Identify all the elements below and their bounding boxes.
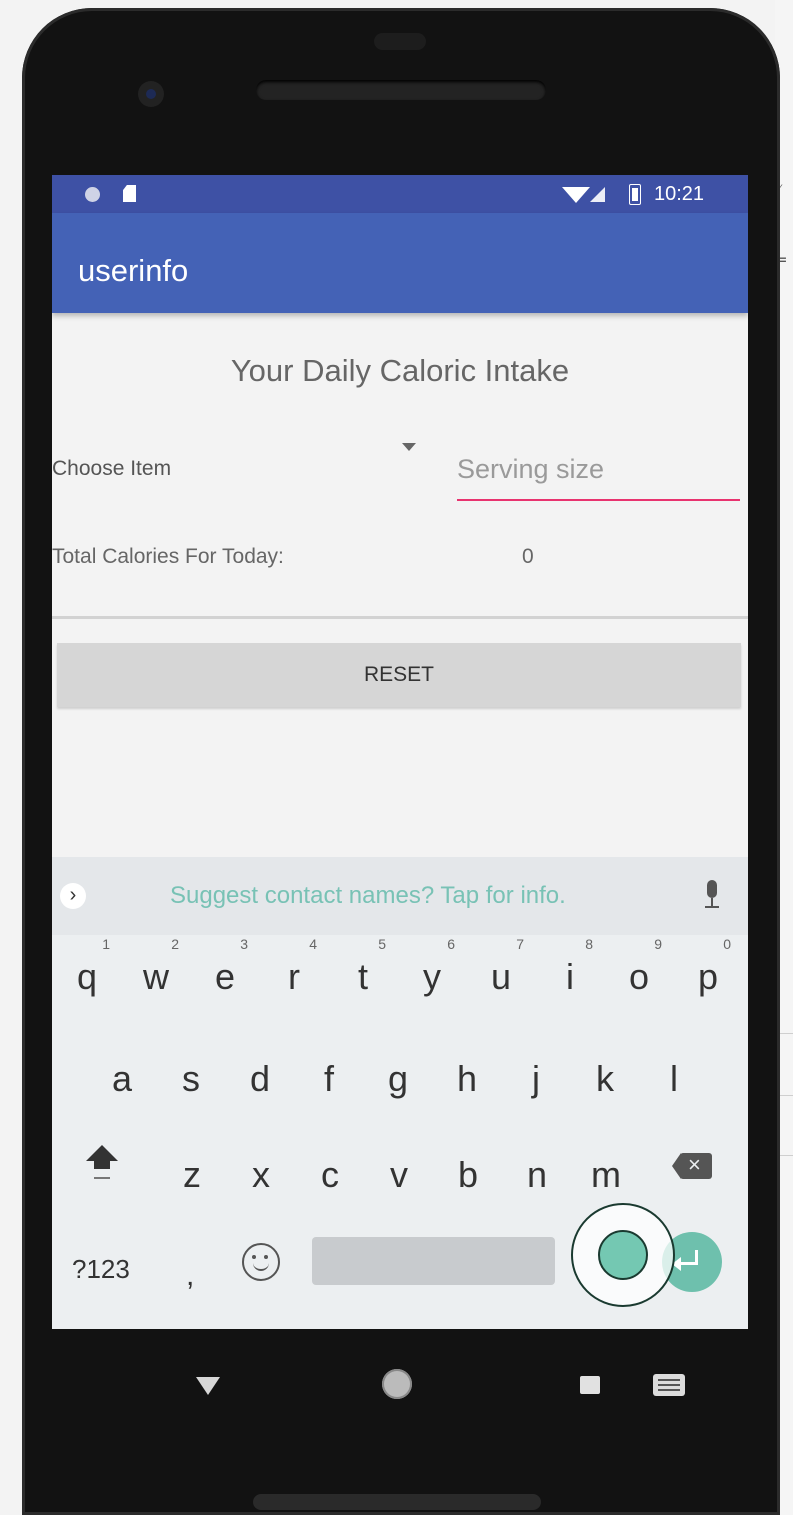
key-k[interactable]: k bbox=[580, 1049, 630, 1109]
key-o[interactable]: o9 bbox=[614, 937, 664, 1007]
key-z[interactable]: z bbox=[167, 1145, 217, 1205]
app-bar: userinfo bbox=[52, 213, 748, 313]
cell-signal-icon bbox=[590, 187, 605, 202]
front-camera bbox=[138, 81, 164, 107]
key-r[interactable]: r4 bbox=[269, 937, 319, 1007]
notification-dot-icon bbox=[85, 187, 100, 202]
device-screen: 10:21 userinfo Your Daily Caloric Intake… bbox=[52, 175, 748, 1329]
symbols-key[interactable]: ?123 bbox=[72, 1254, 130, 1285]
key-w[interactable]: w2 bbox=[131, 937, 181, 1007]
reset-button[interactable]: RESET bbox=[57, 643, 741, 707]
earpiece bbox=[374, 33, 426, 50]
ide-divider bbox=[779, 1033, 793, 1034]
key-hint: 9 bbox=[654, 936, 662, 952]
microphone-icon[interactable] bbox=[704, 880, 720, 914]
page-title: Your Daily Caloric Intake bbox=[230, 353, 570, 388]
shift-key[interactable] bbox=[82, 1139, 122, 1189]
speaker-grille bbox=[256, 80, 546, 100]
key-hint: 1 bbox=[102, 936, 110, 952]
navigation-bar bbox=[22, 1329, 780, 1449]
key-b[interactable]: b bbox=[443, 1145, 493, 1205]
wifi-icon bbox=[562, 187, 590, 203]
key-hint: 3 bbox=[240, 936, 248, 952]
key-m[interactable]: m bbox=[581, 1145, 631, 1205]
key-h[interactable]: h bbox=[442, 1049, 492, 1109]
ide-divider bbox=[779, 1155, 793, 1156]
touch-indicator bbox=[571, 1203, 675, 1307]
key-hint: 8 bbox=[585, 936, 593, 952]
section-divider bbox=[52, 616, 748, 619]
chevron-right-icon[interactable]: › bbox=[60, 883, 86, 909]
home-icon[interactable] bbox=[382, 1369, 412, 1399]
key-hint: 0 bbox=[723, 936, 731, 952]
key-c[interactable]: c bbox=[305, 1145, 355, 1205]
key-f[interactable]: f bbox=[304, 1049, 354, 1109]
key-hint: 6 bbox=[447, 936, 455, 952]
bottom-edge bbox=[253, 1494, 541, 1510]
key-t[interactable]: t5 bbox=[338, 937, 388, 1007]
status-bar: 10:21 bbox=[52, 175, 748, 213]
choose-item-spinner[interactable]: Choose Item bbox=[52, 457, 171, 481]
backspace-key[interactable]: × bbox=[672, 1152, 712, 1179]
soft-keyboard: › Suggest contact names? Tap for info. q… bbox=[52, 857, 748, 1329]
key-n[interactable]: n bbox=[512, 1145, 562, 1205]
key-q[interactable]: q1 bbox=[62, 937, 112, 1007]
key-hint: 5 bbox=[378, 936, 386, 952]
suggestion-text[interactable]: Suggest contact names? Tap for info. bbox=[170, 882, 566, 910]
serving-size-input[interactable] bbox=[457, 445, 740, 501]
status-time: 10:21 bbox=[654, 183, 705, 205]
key-g[interactable]: g bbox=[373, 1049, 423, 1109]
key-l[interactable]: l bbox=[649, 1049, 699, 1109]
battery-icon bbox=[629, 184, 641, 205]
key-j[interactable]: j bbox=[511, 1049, 561, 1109]
dropdown-arrow-icon[interactable] bbox=[402, 443, 416, 451]
ide-divider bbox=[779, 1095, 793, 1096]
recents-icon[interactable] bbox=[580, 1376, 600, 1394]
total-calories-label: Total Calories For Today: bbox=[52, 545, 284, 568]
key-s[interactable]: s bbox=[166, 1049, 216, 1109]
key-hint: 7 bbox=[516, 936, 524, 952]
key-u[interactable]: u7 bbox=[476, 937, 526, 1007]
app-title: userinfo bbox=[78, 253, 189, 288]
sd-card-icon bbox=[123, 185, 136, 202]
key-hint: 4 bbox=[309, 936, 317, 952]
total-calories-value: 0 bbox=[522, 545, 534, 568]
emoji-icon[interactable] bbox=[242, 1243, 280, 1281]
comma-key[interactable]: , bbox=[186, 1259, 194, 1293]
key-hint: 2 bbox=[171, 936, 179, 952]
key-i[interactable]: i8 bbox=[545, 937, 595, 1007]
key-e[interactable]: e3 bbox=[200, 937, 250, 1007]
key-x[interactable]: x bbox=[236, 1145, 286, 1205]
key-a[interactable]: a bbox=[97, 1049, 147, 1109]
suggestion-strip[interactable]: › Suggest contact names? Tap for info. bbox=[52, 857, 748, 935]
phone-frame: 10:21 userinfo Your Daily Caloric Intake… bbox=[22, 8, 780, 1515]
space-bar[interactable] bbox=[312, 1237, 555, 1285]
back-icon[interactable] bbox=[196, 1377, 220, 1395]
key-p[interactable]: p0 bbox=[683, 937, 733, 1007]
keyboard-switch-icon[interactable] bbox=[653, 1374, 685, 1396]
key-y[interactable]: y6 bbox=[407, 937, 457, 1007]
key-v[interactable]: v bbox=[374, 1145, 424, 1205]
key-d[interactable]: d bbox=[235, 1049, 285, 1109]
